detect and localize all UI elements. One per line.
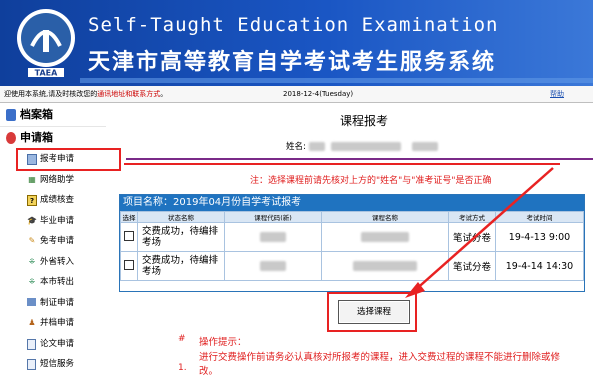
sidebar-item-label: 本市转出 — [40, 277, 75, 287]
contact-info-link[interactable]: 通讯地址和联系方式 — [97, 90, 160, 98]
sidebar-item-graduation[interactable]: 🎓 毕业申请 — [0, 211, 106, 232]
course-name-blurred — [353, 261, 417, 271]
divider — [126, 158, 593, 160]
sidebar-group-archive[interactable]: 档案箱 — [0, 104, 106, 127]
sidebar-item-merge-files[interactable]: ♟ 并档申请 — [0, 313, 106, 334]
banner-stripe — [80, 78, 593, 83]
sms-icon — [27, 359, 36, 370]
column-header: 状态名称 — [137, 211, 225, 223]
transfer-out-icon: ⁜ — [28, 277, 36, 286]
name-row: 姓名: — [286, 140, 438, 152]
sidebar-item-label: 毕业申请 — [40, 215, 75, 226]
sidebar-item-exam-application[interactable]: 报考申请 — [16, 148, 121, 171]
exam-time-cell: 19-4-14 14:30 — [495, 251, 584, 281]
sidebar-item-label: 免考申请 — [40, 236, 75, 246]
tips-marker: # — [178, 334, 186, 344]
row-checkbox[interactable] — [124, 230, 134, 241]
sidebar-item-label: 短信服务 — [40, 359, 75, 369]
table-header-row: 选择 状态名称 课程代码(新) 课程名称 考试方式 考试时间 — [120, 211, 584, 223]
course-name-cell — [321, 222, 449, 252]
header-banner: TAEA Self-Taught Education Examination 天… — [0, 0, 593, 86]
sidebar-item-thesis[interactable]: 论文申请 — [0, 334, 106, 355]
column-header: 课程名称 — [321, 211, 449, 223]
sidebar-group-label: 档案箱 — [20, 108, 53, 121]
column-header: 课程代码(新) — [224, 211, 322, 223]
sidebar-item-transfer-out[interactable]: ⁜ 本市转出 — [0, 272, 106, 293]
course-table: 选择 状态名称 课程代码(新) 课程名称 考试方式 考试时间 交费成功，待编排考… — [120, 211, 584, 281]
archive-icon — [6, 109, 16, 121]
course-code-cell — [224, 222, 322, 252]
sidebar-item-online-study[interactable]: ▦ 网络助学 — [0, 170, 106, 191]
tip-number: 1. — [178, 363, 187, 373]
sidebar-item-label: 外省转入 — [40, 256, 75, 267]
course-code-cell — [224, 251, 322, 281]
help-link[interactable]: 帮助 — [550, 86, 564, 102]
title-english: Self-Taught Education Examination — [88, 14, 499, 36]
sidebar-item-label: 网络助学 — [40, 174, 75, 185]
application-icon — [6, 132, 16, 144]
title-chinese: 天津市高等教育自学考试考生服务系统 — [88, 50, 497, 75]
info-bar: 迎使用本系统,请及时核改您的通讯地址和联系方式。 2018-12-4(Tuesd… — [0, 86, 593, 103]
row-select-cell — [120, 222, 138, 252]
sidebar-item-label: 论文申请 — [40, 338, 75, 349]
table-row: 交费成功，待编排考场 笔试分卷 19-4-13 9:00 — [120, 222, 584, 252]
certificate-icon — [27, 297, 36, 306]
sidebar-item-label: 制证申请 — [40, 297, 75, 308]
project-title: 项目名称：2019年04月份自学考试报考 — [120, 195, 584, 211]
name-value-blurred — [308, 142, 325, 151]
document-icon — [27, 338, 36, 350]
status-cell: 交费成功，待编排考场 — [137, 222, 225, 252]
sidebar: 档案箱 申请箱 报考申请 ▦ 网络助学 ? 成绩核查 🎓 毕业申请 ✎ 免考申请… — [0, 104, 121, 392]
page-title: 课程报考 — [340, 114, 389, 128]
row-select-cell — [120, 251, 138, 281]
question-icon: ? — [27, 195, 37, 206]
course-name-cell — [321, 251, 449, 281]
row-checkbox[interactable] — [124, 259, 134, 270]
graduation-cap-icon: 🎓 — [27, 215, 37, 225]
sidebar-item-certificate[interactable]: 制证申请 — [0, 293, 106, 314]
table-row: 交费成功，待编排考场 笔试分卷 19-4-14 14:30 — [120, 251, 584, 281]
sidebar-item-label: 并档申请 — [40, 318, 75, 328]
current-date: 2018-12-4(Tuesday) — [283, 90, 354, 98]
logo-text: TAEA — [35, 69, 58, 78]
sidebar-item-score-check[interactable]: ? 成绩核查 — [0, 190, 106, 211]
column-header: 考试时间 — [495, 211, 584, 223]
pencil-icon: ✎ — [28, 236, 36, 245]
id-value-blurred — [411, 142, 438, 151]
form-icon — [27, 154, 37, 165]
tips-title: 操作提示： — [199, 337, 247, 348]
tip-text: 进行交费操作前请务必认真核对所报考的课程，进入交费过程的课程不能进行删除或修改。 — [199, 352, 561, 377]
sidebar-group-application[interactable]: 申请箱 — [0, 127, 106, 149]
welcome-suffix: 。 — [160, 90, 168, 98]
sidebar-item-transfer-in[interactable]: ⁜ 外省转入 — [0, 252, 106, 273]
sidebar-item-label: 成绩核查 — [40, 195, 75, 205]
status-cell: 交费成功，待编排考场 — [137, 251, 225, 281]
transfer-in-icon: ⁜ — [28, 256, 36, 266]
course-code-blurred — [260, 232, 286, 242]
column-header: 选择 — [120, 211, 138, 223]
sidebar-item-sms[interactable]: 短信服务 — [0, 354, 106, 375]
project-panel: 项目名称：2019年04月份自学考试报考 选择 状态名称 课程代码(新) 课程名… — [119, 194, 585, 292]
id-value-blurred — [331, 142, 402, 151]
welcome-prefix: 迎使用本系统,请及时核改您的 — [4, 90, 98, 98]
welcome-message: 迎使用本系统,请及时核改您的通讯地址和联系方式。 — [4, 86, 167, 102]
taea-logo: TAEA — [17, 9, 75, 78]
sidebar-group-label: 申请箱 — [20, 131, 53, 144]
merge-icon: ♟ — [28, 318, 36, 327]
exam-method-cell: 笔试分卷 — [448, 251, 496, 281]
exam-method-cell: 笔试分卷 — [448, 222, 496, 252]
network-icon: ▦ — [28, 174, 36, 184]
verification-note: 注：选择课程前请先核对上方的"姓名"与"准考证号"是否正确 — [250, 176, 492, 186]
column-header: 考试方式 — [448, 211, 496, 223]
course-code-blurred — [260, 261, 286, 271]
course-name-blurred — [361, 232, 409, 242]
exam-time-cell: 19-4-13 9:00 — [495, 222, 584, 252]
name-label: 姓名: — [286, 142, 306, 152]
sidebar-item-label: 报考申请 — [40, 154, 75, 164]
select-course-button[interactable]: 选择课程 — [338, 300, 410, 324]
sidebar-item-exemption[interactable]: ✎ 免考申请 — [0, 231, 106, 252]
